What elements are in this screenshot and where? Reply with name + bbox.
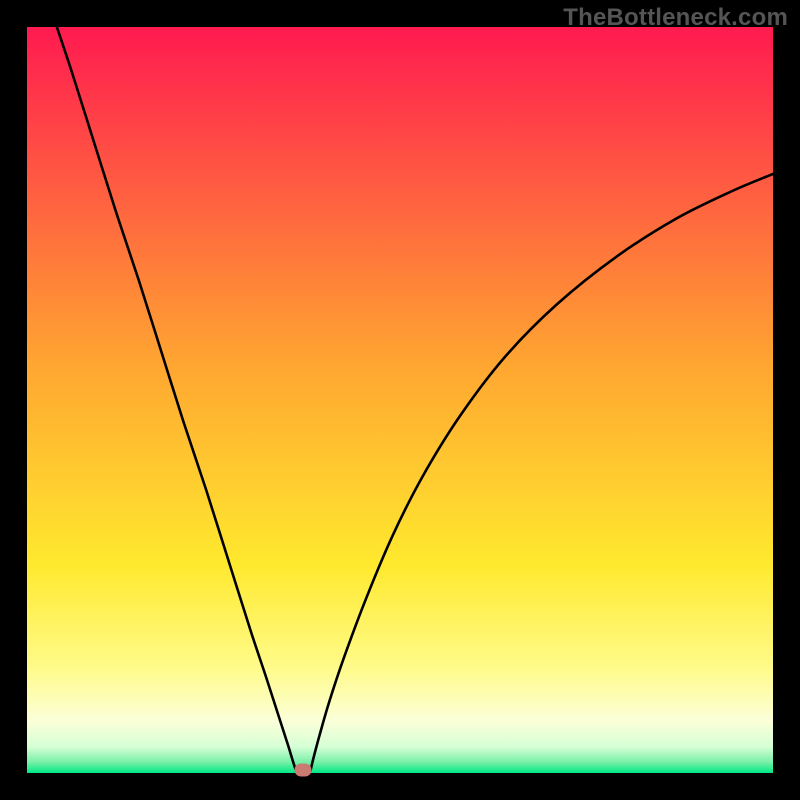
- plot-area: [27, 27, 773, 773]
- chart-frame: TheBottleneck.com: [0, 0, 800, 800]
- watermark-text: TheBottleneck.com: [563, 4, 788, 32]
- optimal-marker: [295, 763, 312, 776]
- bottleneck-curve: [27, 27, 773, 773]
